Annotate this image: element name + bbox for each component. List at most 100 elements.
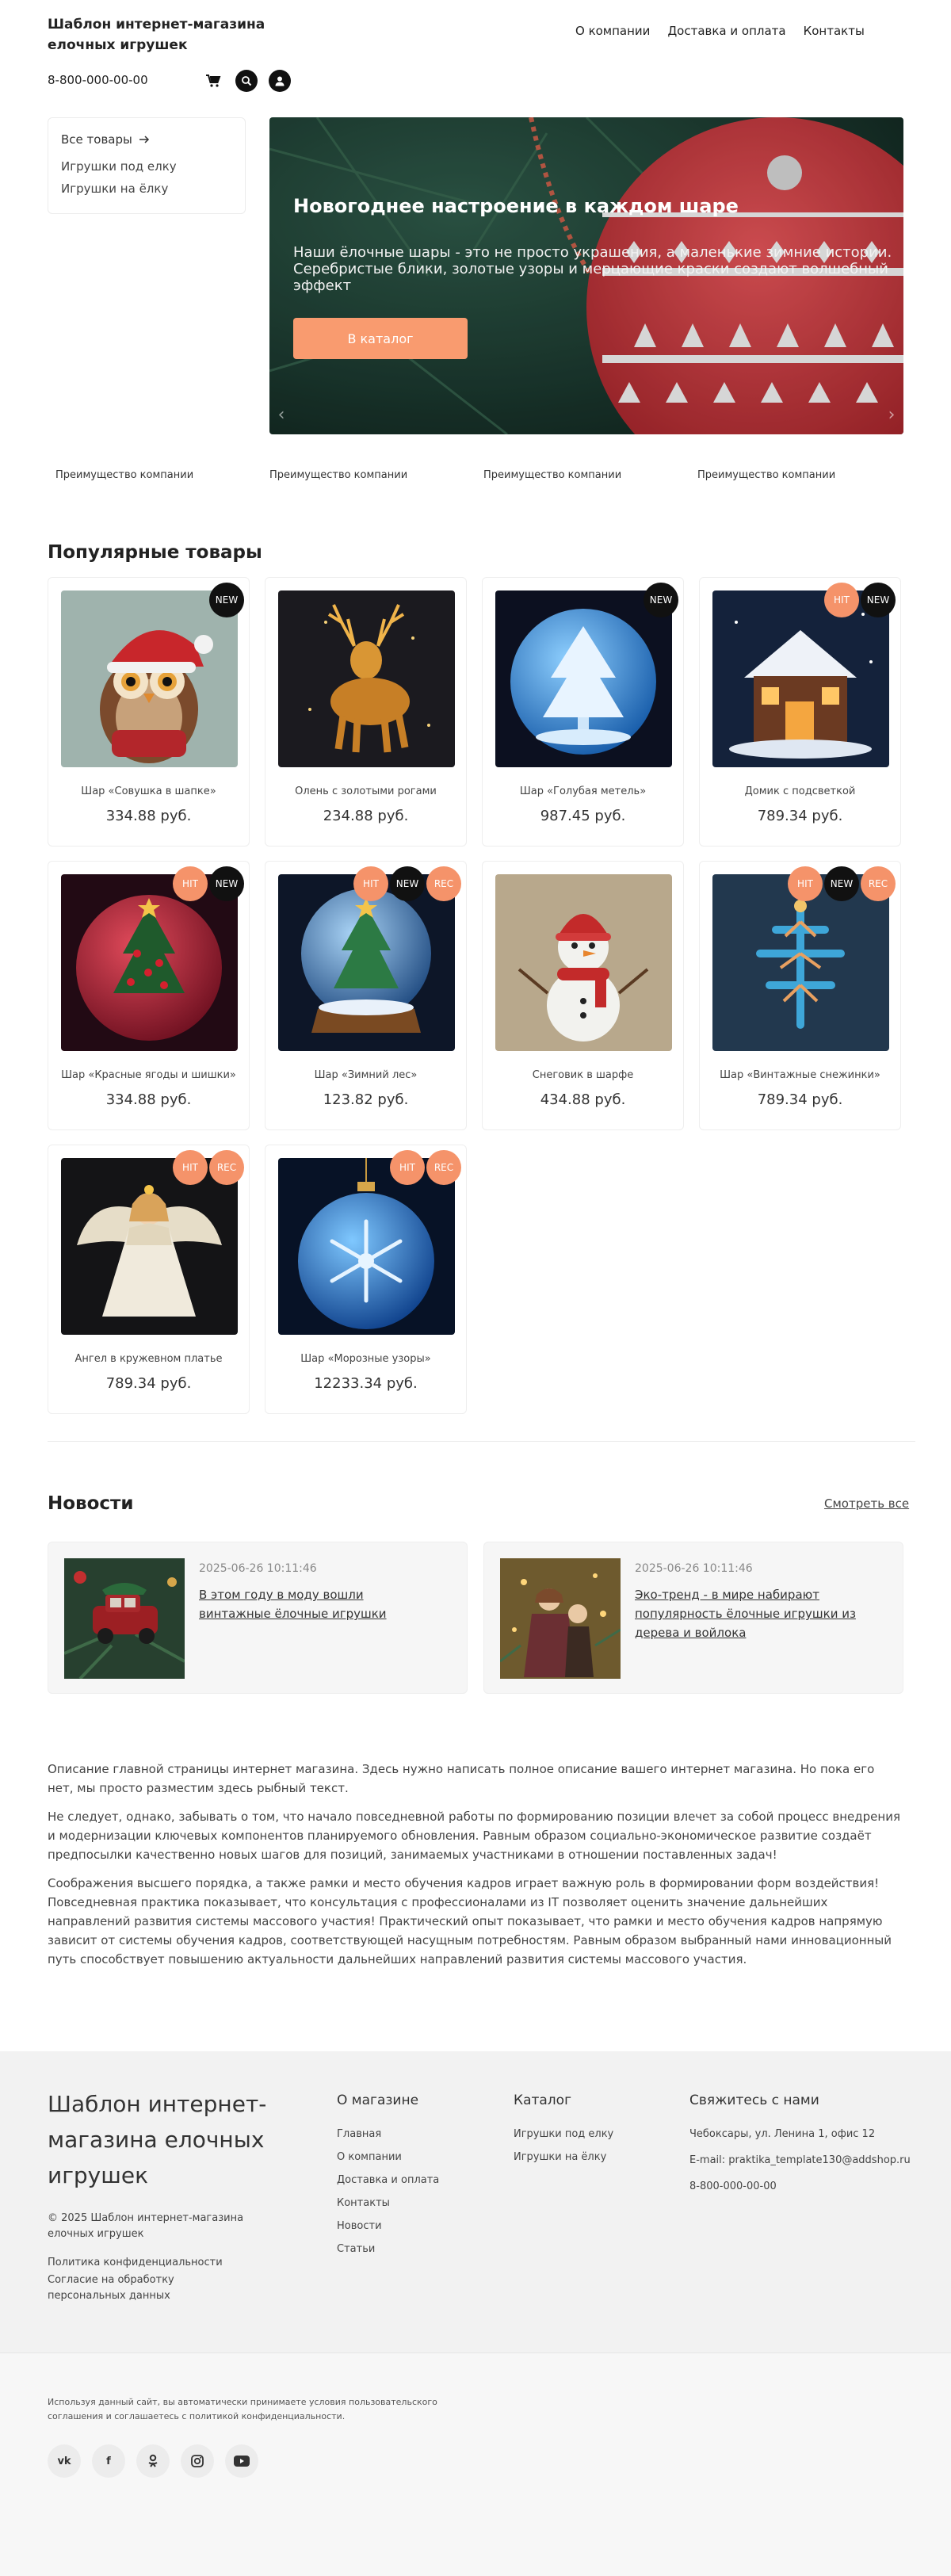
product-name[interactable]: Шар «Совушка в шапке» (48, 785, 249, 797)
nav-item-delivery[interactable]: Доставка и оплата (667, 24, 785, 38)
footer-link-on-tree[interactable]: Игрушки на ёлку (514, 2151, 613, 2163)
product-price: 334.88 руб. (105, 1091, 192, 1108)
all-products-label: Все товары (61, 132, 132, 147)
youtube-icon[interactable] (225, 2444, 258, 2478)
catalog-item-on-tree[interactable]: Игрушки на ёлку (61, 182, 232, 196)
footer-link-home[interactable]: Главная (337, 2128, 439, 2140)
product-card[interactable]: HIT NEW REC Шар «Винтажные снежинки» 789… (699, 861, 901, 1130)
product-card[interactable]: HIT NEW REC Шар «Зимний лес» 123.82 руб. (265, 861, 467, 1130)
description-paragraph: Описание главной страницы интернет магаз… (48, 1762, 875, 1795)
product-card[interactable]: HIT REC Шар «Морозные узоры» 12233.34 ру… (265, 1145, 467, 1414)
footer-email[interactable]: E-mail: praktika_template130@addshop.ru (689, 2154, 911, 2166)
banner-title: Новогоднее настроение в каждом шаре (293, 195, 739, 217)
news-link[interactable]: В этом году в моду вошли винтажные ёлочн… (199, 1585, 437, 1623)
news-date: 2025-06-26 10:11:46 (635, 1562, 753, 1575)
top-nav: О компании Доставка и оплата Контакты (575, 24, 865, 38)
badge-rec: REC (426, 866, 461, 901)
product-name[interactable]: Шар «Зимний лес» (265, 1069, 466, 1081)
product-badges: HIT NEW (173, 866, 244, 901)
footer-site-title[interactable]: Шаблон интернет-магазина елочных игрушек (48, 2086, 269, 2193)
product-price: 789.34 руб. (757, 1091, 843, 1108)
facebook-icon[interactable]: f (92, 2444, 125, 2478)
product-badges: NEW (644, 583, 678, 617)
badge-hit: HIT (173, 1150, 208, 1185)
slider-next-icon[interactable]: › (880, 395, 903, 434)
product-badges: NEW (209, 583, 244, 617)
site-title[interactable]: Шаблон интернет-магазина елочных игрушек (48, 14, 269, 55)
instagram-icon[interactable] (181, 2444, 214, 2478)
product-badges: HIT NEW REC (788, 866, 896, 901)
banner-text: Наши ёлочные шары - это не просто украше… (293, 244, 892, 294)
privacy-policy-link[interactable]: Политика конфиденциальности (48, 2255, 223, 2271)
product-name[interactable]: Шар «Винтажные снежинки» (700, 1069, 900, 1081)
product-badges: HIT REC (173, 1150, 244, 1185)
odnoklassniki-icon[interactable] (136, 2444, 170, 2478)
vk-icon[interactable]: vk (48, 2444, 81, 2478)
product-price: 789.34 руб. (105, 1375, 192, 1392)
badge-new: NEW (209, 583, 244, 617)
news-image[interactable] (500, 1558, 621, 1679)
news-link[interactable]: Эко-тренд - в мире набирают популярность… (635, 1585, 873, 1642)
product-card[interactable]: HIT NEW Шар «Красные ягоды и шишки» 334.… (48, 861, 250, 1130)
product-image[interactable] (278, 590, 455, 767)
nav-item-contacts[interactable]: Контакты (804, 24, 865, 38)
news-image[interactable] (64, 1558, 185, 1679)
product-card[interactable]: Олень с золотыми рогами 234.88 руб. (265, 577, 467, 847)
description-paragraph: Не следует, однако, забывать о том, что … (48, 1810, 900, 1862)
cart-icon[interactable] (202, 70, 224, 92)
header-phone[interactable]: 8-800-000-00-00 (48, 73, 148, 87)
badge-new: NEW (209, 866, 244, 901)
advantage-item: Преимущество компании (55, 469, 194, 481)
footer-phone[interactable]: 8-800-000-00-00 (689, 2180, 911, 2192)
catalog-menu: Все товары Игрушки под елку Игрушки на ё… (48, 117, 246, 214)
badge-new: NEW (390, 866, 425, 901)
product-name[interactable]: Ангел в кружевном платье (48, 1353, 249, 1365)
product-card[interactable]: Снеговик в шарфе 434.88 руб. (482, 861, 684, 1130)
product-name[interactable]: Домик с подсветкой (700, 785, 900, 797)
description-paragraph: Соображения высшего порядка, а также рам… (48, 1876, 892, 1966)
product-card[interactable]: HIT NEW Домик с подсветкой 789.34 руб. (699, 577, 901, 847)
nav-item-about[interactable]: О компании (575, 24, 650, 38)
product-image[interactable] (495, 874, 672, 1051)
product-card[interactable]: NEW Шар «Совушка в шапке» 334.88 руб. (48, 577, 250, 847)
slider-prev-icon[interactable]: ‹ (269, 395, 293, 434)
all-products-link[interactable]: Все товары (61, 132, 232, 147)
catalog-button[interactable]: В каталог (293, 318, 468, 359)
legal-notice: Используя данный сайт, вы автоматически … (48, 2397, 437, 2421)
badge-hit: HIT (788, 866, 823, 901)
see-all-news-link[interactable]: Смотреть все (824, 1496, 909, 1511)
product-name[interactable]: Олень с золотыми рогами (265, 785, 466, 797)
footer-link-under-tree[interactable]: Игрушки под елку (514, 2128, 613, 2140)
product-name[interactable]: Шар «Красные ягоды и шишки» (48, 1069, 249, 1081)
product-badges: HIT REC (390, 1150, 461, 1185)
footer-link-news[interactable]: Новости (337, 2220, 439, 2232)
arrow-right-icon (139, 132, 150, 147)
footer-about-title: О магазине (337, 2093, 419, 2108)
product-price: 334.88 руб. (105, 808, 192, 824)
footer-link-about[interactable]: О компании (337, 2151, 439, 2163)
product-price: 123.82 руб. (323, 1091, 409, 1108)
news-title: Новости (48, 1493, 134, 1514)
personal-data-consent-link[interactable]: Согласие на обработку персональных данны… (48, 2272, 254, 2304)
product-name[interactable]: Шар «Морозные узоры» (265, 1353, 466, 1365)
product-card[interactable]: NEW Шар «Голубая метель» 987.45 руб. (482, 577, 684, 847)
section-divider (48, 1441, 915, 1442)
footer-link-articles[interactable]: Статьи (337, 2243, 439, 2255)
footer-contact-column: Свяжитесь с нами Чебоксары, ул. Ленина 1… (689, 2093, 911, 2203)
news-date: 2025-06-26 10:11:46 (199, 1562, 317, 1575)
catalog-item-under-tree[interactable]: Игрушки под елку (61, 159, 232, 174)
product-name[interactable]: Снеговик в шарфе (483, 1069, 683, 1081)
footer-address: Чебоксары, ул. Ленина 1, офис 12 (689, 2128, 876, 2140)
user-icon[interactable] (269, 70, 291, 92)
search-icon[interactable] (235, 70, 258, 92)
product-name[interactable]: Шар «Голубая метель» (483, 785, 683, 797)
footer-link-delivery[interactable]: Доставка и оплата (337, 2174, 439, 2186)
news-card[interactable]: 2025-06-26 10:11:46 Эко-тренд - в мире н… (483, 1542, 903, 1694)
footer-catalog-title: Каталог (514, 2093, 572, 2108)
badge-rec: REC (426, 1150, 461, 1185)
footer-link-contacts[interactable]: Контакты (337, 2197, 439, 2209)
product-card[interactable]: HIT REC Ангел в кружевном платье 789.34 … (48, 1145, 250, 1414)
advantage-item: Преимущество компании (269, 469, 408, 481)
badge-hit: HIT (353, 866, 388, 901)
news-card[interactable]: 2025-06-26 10:11:46 В этом году в моду в… (48, 1542, 468, 1694)
